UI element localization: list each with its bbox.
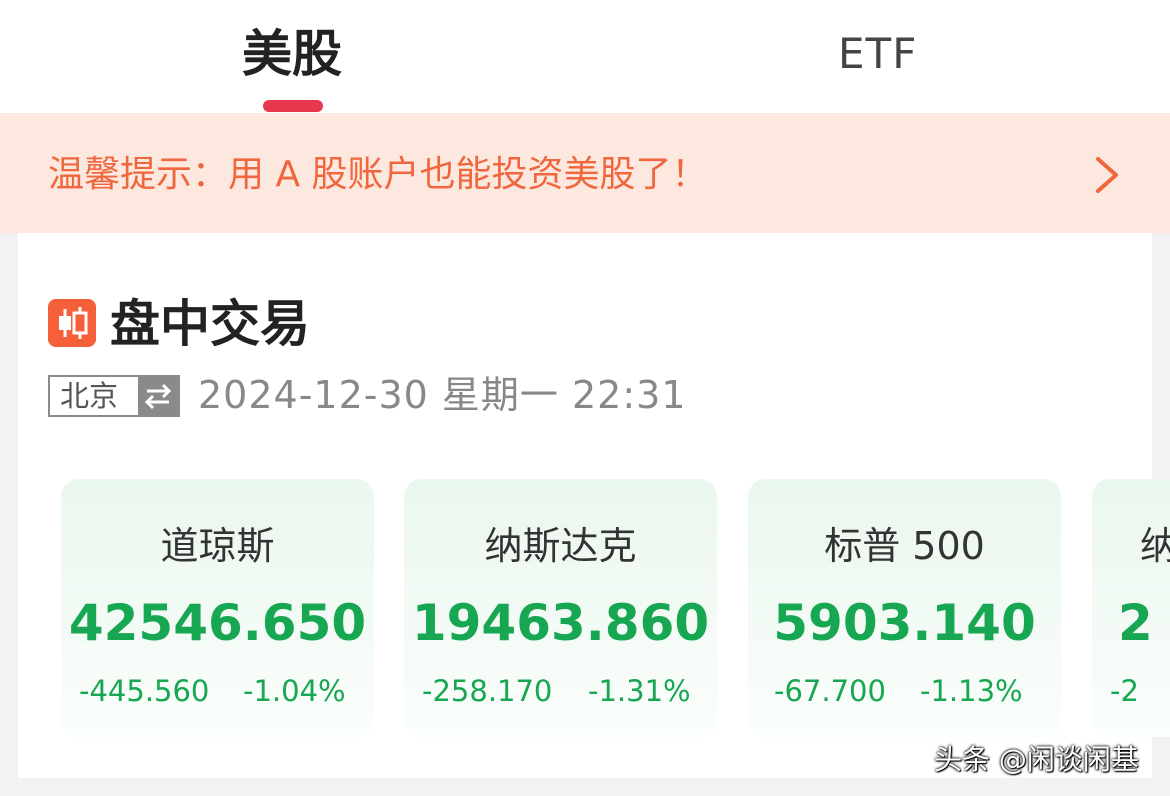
index-value: 42546.650 bbox=[68, 594, 367, 652]
index-value: 19463.860 bbox=[411, 594, 710, 652]
candlestick-icon bbox=[48, 299, 96, 347]
index-value: 5903.140 bbox=[773, 594, 1036, 652]
tab-etf[interactable]: ETF bbox=[838, 24, 917, 84]
index-card-partial[interactable]: 纳 2 -2 bbox=[1092, 479, 1170, 737]
timezone-label[interactable]: 北京 bbox=[60, 376, 118, 416]
tip-banner-text[interactable]: 温馨提示：用 A 股账户也能投资美股了！ bbox=[48, 150, 708, 200]
index-change-pct: -1.31% bbox=[588, 674, 691, 708]
index-change: -67.700 bbox=[774, 674, 886, 708]
market-datetime: 2024-12-30 星期一 22:31 bbox=[198, 373, 687, 417]
index-change: -2 bbox=[1110, 674, 1139, 708]
index-name: 纳斯达克 bbox=[484, 524, 637, 568]
swap-arrows-icon[interactable] bbox=[138, 377, 178, 415]
index-value: 2 bbox=[1118, 594, 1153, 652]
section-title: 盘中交易 bbox=[110, 295, 310, 353]
active-tab-indicator bbox=[263, 100, 323, 112]
index-card-nasdaq[interactable]: 纳斯达克 19463.860 -258.170 -1.31% bbox=[404, 479, 717, 737]
watermark-text: 头条 @闲谈闲基 bbox=[934, 743, 1139, 776]
index-change: -258.170 bbox=[422, 674, 553, 708]
index-card-dow[interactable]: 道琼斯 42546.650 -445.560 -1.04% bbox=[61, 479, 374, 737]
tab-us-stocks[interactable]: 美股 bbox=[242, 24, 342, 84]
index-change: -445.560 bbox=[79, 674, 210, 708]
index-name: 纳 bbox=[1140, 524, 1170, 568]
chevron-right-icon[interactable] bbox=[1088, 155, 1124, 195]
top-tab-bar: 美股 ETF bbox=[0, 0, 1170, 113]
index-name: 道琼斯 bbox=[160, 524, 275, 568]
index-change-pct: -1.04% bbox=[243, 674, 346, 708]
index-card-sp500[interactable]: 标普 500 5903.140 -67.700 -1.13% bbox=[748, 479, 1061, 737]
index-change-pct: -1.13% bbox=[920, 674, 1023, 708]
index-name: 标普 500 bbox=[824, 524, 985, 568]
